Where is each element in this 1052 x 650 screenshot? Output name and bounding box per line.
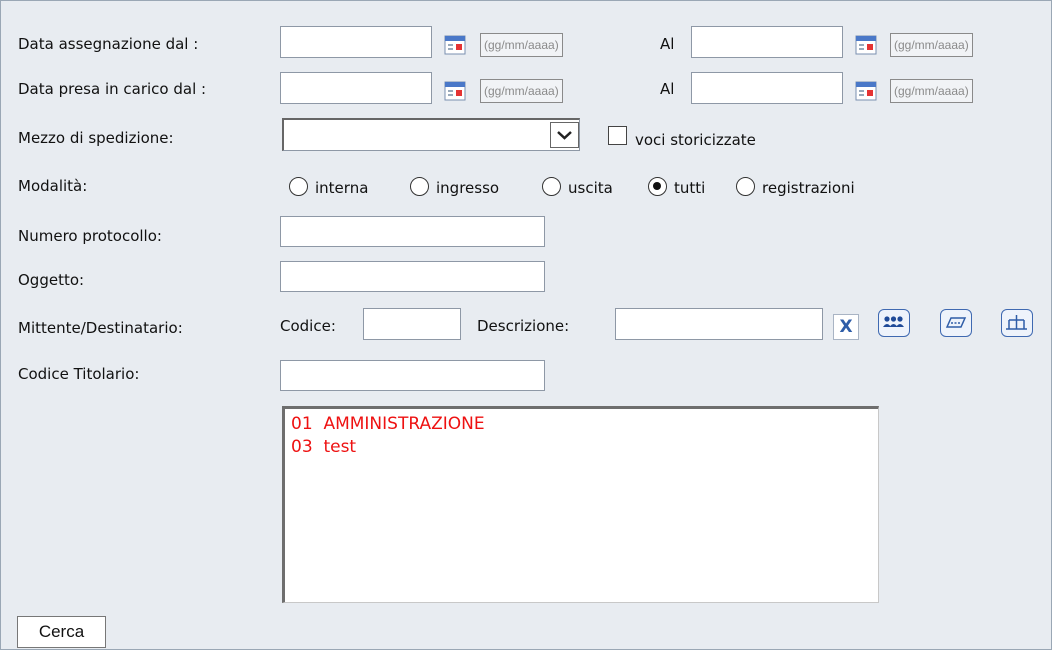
calendar-icon[interactable] bbox=[444, 34, 466, 56]
voci-storicizzate-checkbox[interactable] bbox=[608, 126, 627, 145]
codice-input[interactable] bbox=[363, 308, 461, 340]
codice-label: Codice: bbox=[280, 317, 336, 335]
radio-ingresso[interactable] bbox=[410, 177, 429, 196]
al-label: Al bbox=[660, 35, 675, 53]
radio-uscita-label: uscita bbox=[568, 179, 613, 197]
people-icon[interactable] bbox=[878, 309, 910, 337]
search-form-panel: Data assegnazione dal : (gg/mm/aaaa) Al … bbox=[0, 0, 1052, 650]
codice-titolario-label: Codice Titolario: bbox=[18, 365, 140, 383]
calendar-icon[interactable] bbox=[855, 80, 877, 102]
data-presa-al-input[interactable] bbox=[691, 72, 843, 104]
radio-uscita[interactable] bbox=[542, 177, 561, 196]
mezzo-spedizione-label: Mezzo di spedizione: bbox=[18, 129, 174, 147]
calendar-icon[interactable] bbox=[444, 80, 466, 102]
radio-registrazioni-label: registrazioni bbox=[762, 179, 855, 197]
cerca-button[interactable]: Cerca bbox=[17, 616, 106, 648]
data-assegnazione-dal-input[interactable] bbox=[280, 26, 432, 58]
data-assegnazione-label: Data assegnazione dal : bbox=[18, 35, 199, 53]
codice-titolario-input[interactable] bbox=[280, 360, 545, 391]
list-icon[interactable] bbox=[940, 309, 972, 337]
date-format-hint: (gg/mm/aaaa) bbox=[890, 79, 973, 103]
date-format-hint: (gg/mm/aaaa) bbox=[480, 33, 563, 57]
date-format-hint: (gg/mm/aaaa) bbox=[480, 79, 563, 103]
list-item[interactable]: 03 test bbox=[291, 436, 872, 459]
descrizione-label: Descrizione: bbox=[477, 317, 570, 335]
clear-icon[interactable]: X bbox=[833, 314, 859, 340]
numero-protocollo-label: Numero protocollo: bbox=[18, 227, 162, 245]
calendar-icon[interactable] bbox=[855, 34, 877, 56]
data-presa-dal-input[interactable] bbox=[280, 72, 432, 104]
data-presa-label: Data presa in carico dal : bbox=[18, 80, 207, 98]
numero-protocollo-input[interactable] bbox=[280, 216, 545, 247]
chevron-down-icon[interactable] bbox=[550, 122, 579, 148]
mittente-destinatario-label: Mittente/Destinatario: bbox=[18, 319, 183, 337]
radio-interna-label: interna bbox=[315, 179, 369, 197]
radio-tutti[interactable] bbox=[648, 177, 667, 196]
date-format-hint: (gg/mm/aaaa) bbox=[890, 33, 973, 57]
radio-registrazioni[interactable] bbox=[736, 177, 755, 196]
oggetto-label: Oggetto: bbox=[18, 271, 85, 289]
descrizione-input[interactable] bbox=[615, 308, 823, 340]
radio-interna[interactable] bbox=[289, 177, 308, 196]
voci-storicizzate-label: voci storicizzate bbox=[635, 131, 756, 149]
oggetto-input[interactable] bbox=[280, 261, 545, 292]
al-label: Al bbox=[660, 80, 675, 98]
radio-tutti-label: tutti bbox=[674, 179, 706, 197]
titolario-listbox[interactable]: 01 AMMINISTRAZIONE 03 test bbox=[282, 406, 879, 603]
radio-ingresso-label: ingresso bbox=[436, 179, 500, 197]
list-item[interactable]: 01 AMMINISTRAZIONE bbox=[291, 413, 872, 436]
data-assegnazione-al-input[interactable] bbox=[691, 26, 843, 58]
mezzo-spedizione-select[interactable] bbox=[282, 118, 580, 151]
org-chart-icon[interactable] bbox=[1001, 309, 1033, 337]
modalita-label: Modalità: bbox=[18, 177, 88, 195]
